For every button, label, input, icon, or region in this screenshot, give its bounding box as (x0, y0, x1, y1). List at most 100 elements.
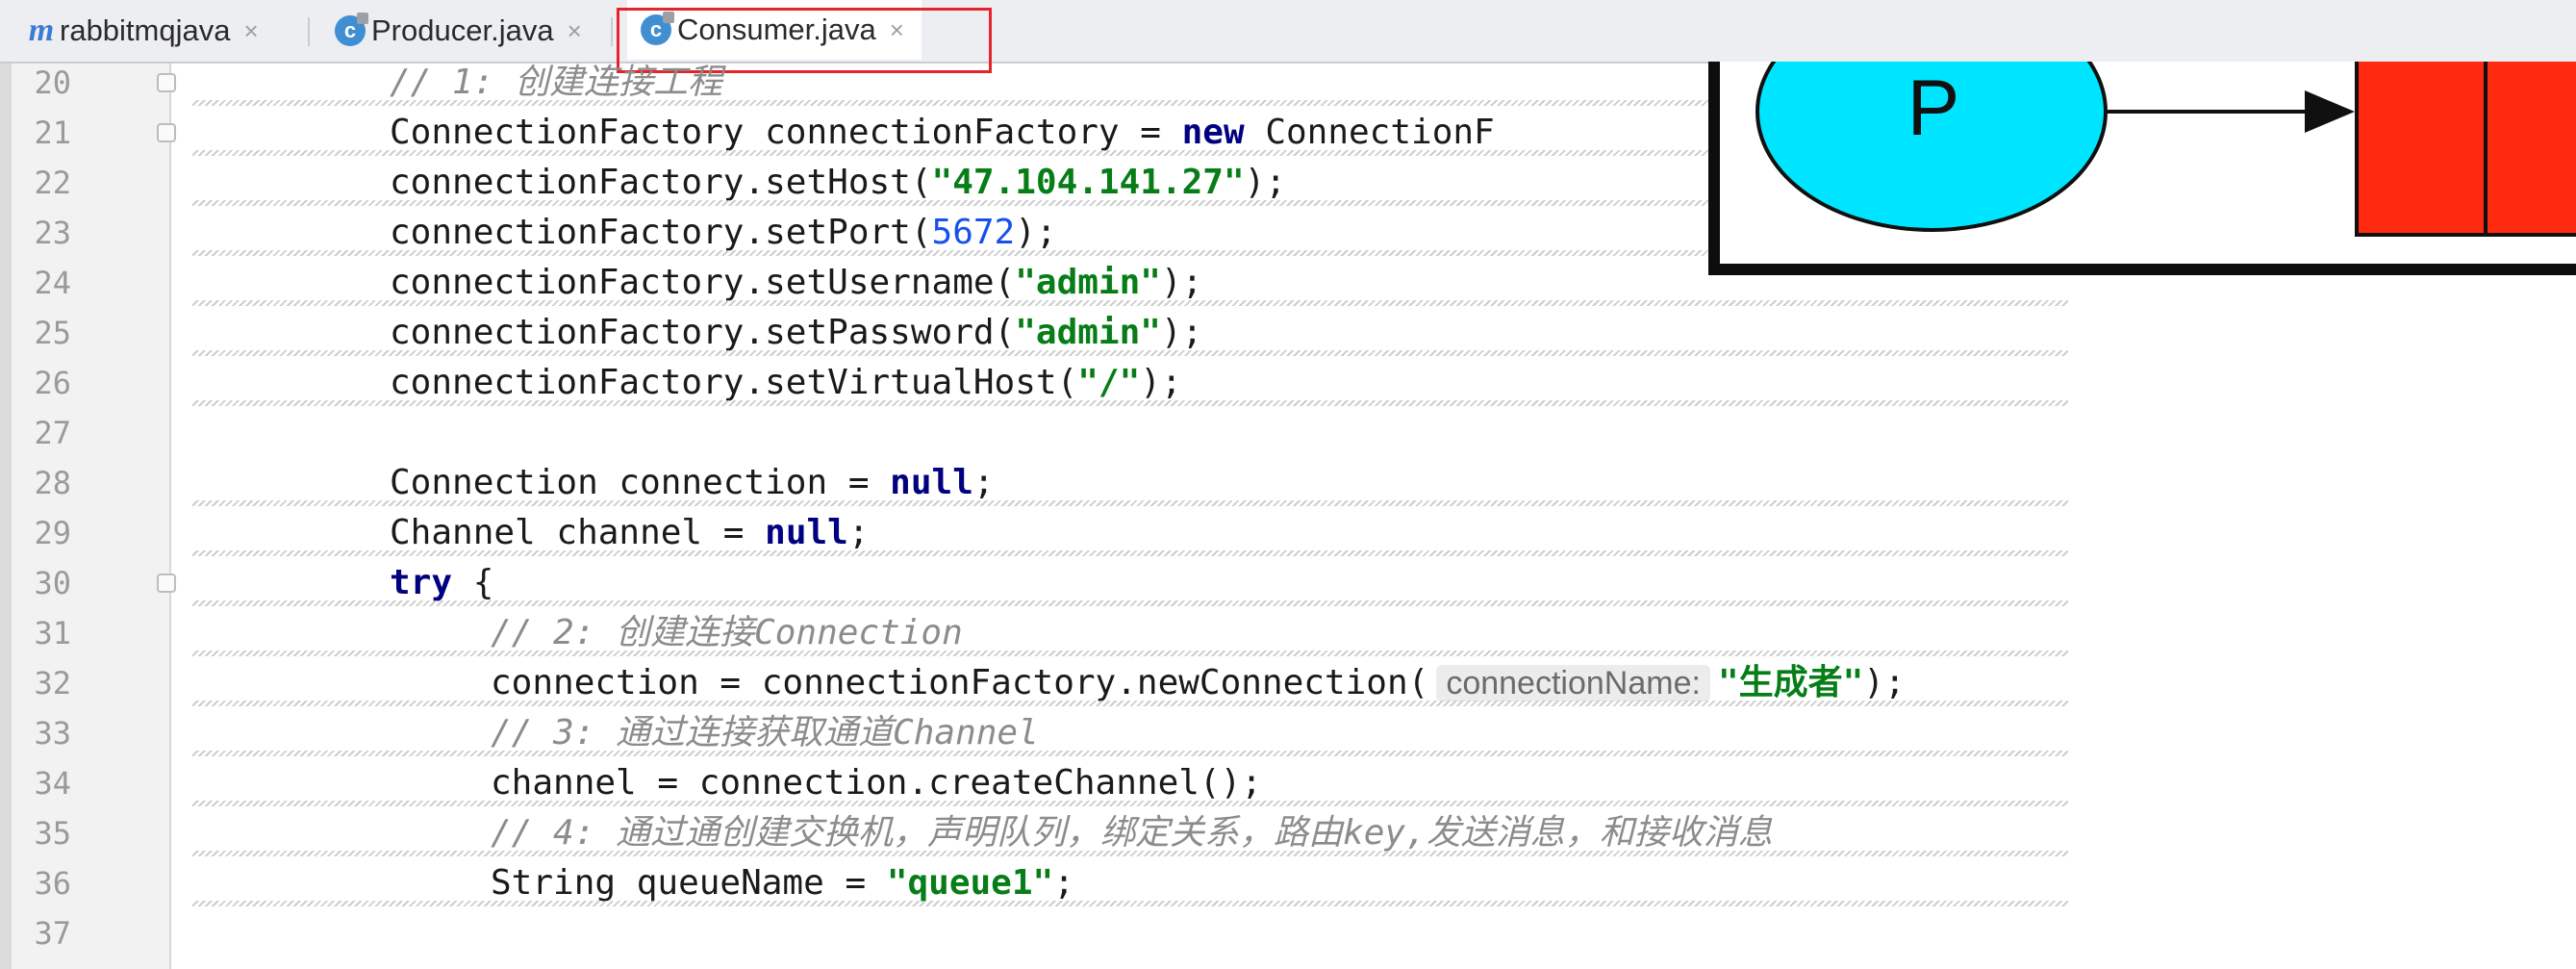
code-token: ); (1140, 363, 1182, 402)
code-line[interactable]: 35 // 4: 通过通创建交换机，声明队列，绑定关系，路由key,发送消息，和接… (0, 808, 2576, 858)
code-line[interactable]: 33 // 3: 通过连接获取通道Channel (0, 708, 2576, 758)
code-token: ConnectionFactory connectionFactory = (390, 113, 1182, 152)
line-number: 26 (34, 365, 71, 401)
code-token: Channel channel = (390, 513, 766, 552)
tab-rabbitmqjava[interactable]: m rabbitmqjava × (29, 0, 259, 62)
tab-label: rabbitmqjava (60, 13, 231, 47)
line-number: 34 (34, 765, 71, 802)
line-number: 28 (34, 465, 71, 501)
string-literal: "queue1" (886, 863, 1054, 903)
tab-label: Producer.java (371, 13, 554, 47)
code-line[interactable]: 29 Channel channel = null; (0, 508, 2576, 558)
code-line[interactable]: 25 connectionFactory.setPassword("admin")… (0, 308, 2576, 358)
keyword-token: null (765, 513, 848, 552)
warning-underline (192, 851, 2068, 856)
code-editor[interactable]: 20 // 1: 创建连接工程 21 ConnectionFactory connec… (0, 62, 2576, 969)
line-number: 30 (34, 565, 71, 601)
string-literal: "admin" (1015, 313, 1161, 352)
warning-underline (192, 751, 2068, 756)
code-token: connectionFactory.setPassword( (390, 313, 1016, 352)
code-token: connectionFactory.setUsername( (390, 263, 1016, 302)
line-number: 23 (34, 215, 71, 251)
code-token: ); (1863, 663, 1906, 702)
number-literal: 5672 (931, 213, 1016, 252)
producer-label: P (1907, 64, 1960, 152)
keyword-token: new (1181, 113, 1245, 152)
warning-underline (192, 650, 2068, 656)
tab-divider (611, 17, 613, 46)
code-token: channel = connection.createChannel(); (491, 763, 1262, 803)
maven-module-icon: m (28, 13, 55, 48)
code-line[interactable]: 37 (0, 908, 2576, 958)
tab-producer-java[interactable]: c Producer.java × (335, 0, 582, 62)
warning-underline (192, 600, 2068, 606)
fold-marker-icon[interactable] (157, 574, 176, 593)
code-token: ; (847, 513, 870, 552)
code-token: { (452, 563, 494, 602)
parameter-hint: connectionName: (1436, 665, 1710, 701)
arrow-head-icon (2305, 90, 2355, 133)
code-comment: // 4: 通过通创建交换机，声明队列，绑定关系，路由key,发送消息，和接收消… (491, 813, 1773, 853)
line-number: 24 (34, 265, 71, 301)
tab-divider (308, 17, 310, 46)
editor-tab-bar: m rabbitmqjava × c Producer.java × c Con… (0, 0, 2576, 73)
warning-underline (192, 550, 2068, 556)
close-icon[interactable]: × (568, 16, 582, 46)
code-line[interactable]: 30 try { (0, 558, 2576, 608)
code-token: ; (972, 463, 995, 502)
line-number: 29 (34, 515, 71, 551)
code-token: connection = connectionFactory.newConnec… (491, 663, 1429, 702)
warning-underline (192, 350, 2068, 356)
line-number: 25 (34, 315, 71, 351)
close-icon[interactable]: × (243, 16, 258, 46)
line-number: 22 (34, 165, 71, 201)
line-number: 31 (34, 615, 71, 651)
code-comment: // 2: 创建连接Connection (491, 613, 963, 652)
line-number: 27 (34, 415, 71, 451)
warning-underline (192, 801, 2068, 806)
code-token: ); (1244, 163, 1286, 202)
string-literal: "生成者" (1717, 663, 1864, 702)
code-token: connectionFactory.setHost( (390, 163, 932, 202)
code-comment: // 3: 通过连接获取通道Channel (491, 713, 1039, 752)
code-line[interactable]: 28 Connection connection = null; (0, 458, 2576, 508)
code-token: ); (1160, 313, 1203, 352)
line-number: 36 (34, 865, 71, 902)
code-token: connectionFactory.setVirtualHost( (390, 363, 1078, 402)
line-number: 21 (34, 115, 71, 151)
code-line[interactable]: 34 channel = connection.createChannel(); (0, 758, 2576, 808)
code-line[interactable]: 32 connection = connectionFactory.newConn… (0, 658, 2576, 708)
warning-underline (192, 300, 2068, 306)
warning-underline (192, 500, 2068, 506)
code-line[interactable]: 26 connectionFactory.setVirtualHost("/"); (0, 358, 2576, 408)
line-number: 32 (34, 665, 71, 701)
code-line[interactable]: 36 String queueName = "queue1"; (0, 858, 2576, 908)
code-token: Connection connection = (390, 463, 891, 502)
warning-underline (192, 901, 2068, 906)
code-line[interactable]: 27 (0, 408, 2576, 458)
keyword-token: null (890, 463, 973, 502)
line-number: 33 (34, 715, 71, 752)
code-line[interactable]: 31 // 2: 创建连接Connection (0, 608, 2576, 658)
code-token: ); (1160, 263, 1203, 302)
fold-marker-icon[interactable] (157, 123, 176, 142)
string-literal: "47.104.141.27" (931, 163, 1245, 202)
code-token: connectionFactory.setPort( (390, 213, 932, 252)
string-literal: "/" (1077, 363, 1141, 402)
code-token: ConnectionF (1244, 113, 1495, 152)
code-token: ; (1053, 863, 1074, 903)
warning-underline (192, 400, 2068, 406)
warning-underline (192, 701, 2068, 706)
line-number: 35 (34, 815, 71, 852)
string-literal: "admin" (1015, 263, 1161, 302)
fold-marker-icon[interactable] (157, 73, 176, 92)
java-class-icon: c (335, 13, 368, 46)
code-token: ); (1015, 213, 1057, 252)
producer-queue-diagram: P (1755, 62, 2576, 237)
keyword-token: try (390, 563, 453, 602)
line-number: 20 (34, 64, 71, 101)
line-number: 37 (34, 915, 71, 952)
rabbitmq-diagram-overlay: P (1708, 62, 2576, 275)
code-token: String queueName = (491, 863, 887, 903)
code-comment: // 1: 创建连接工程 (390, 63, 723, 102)
